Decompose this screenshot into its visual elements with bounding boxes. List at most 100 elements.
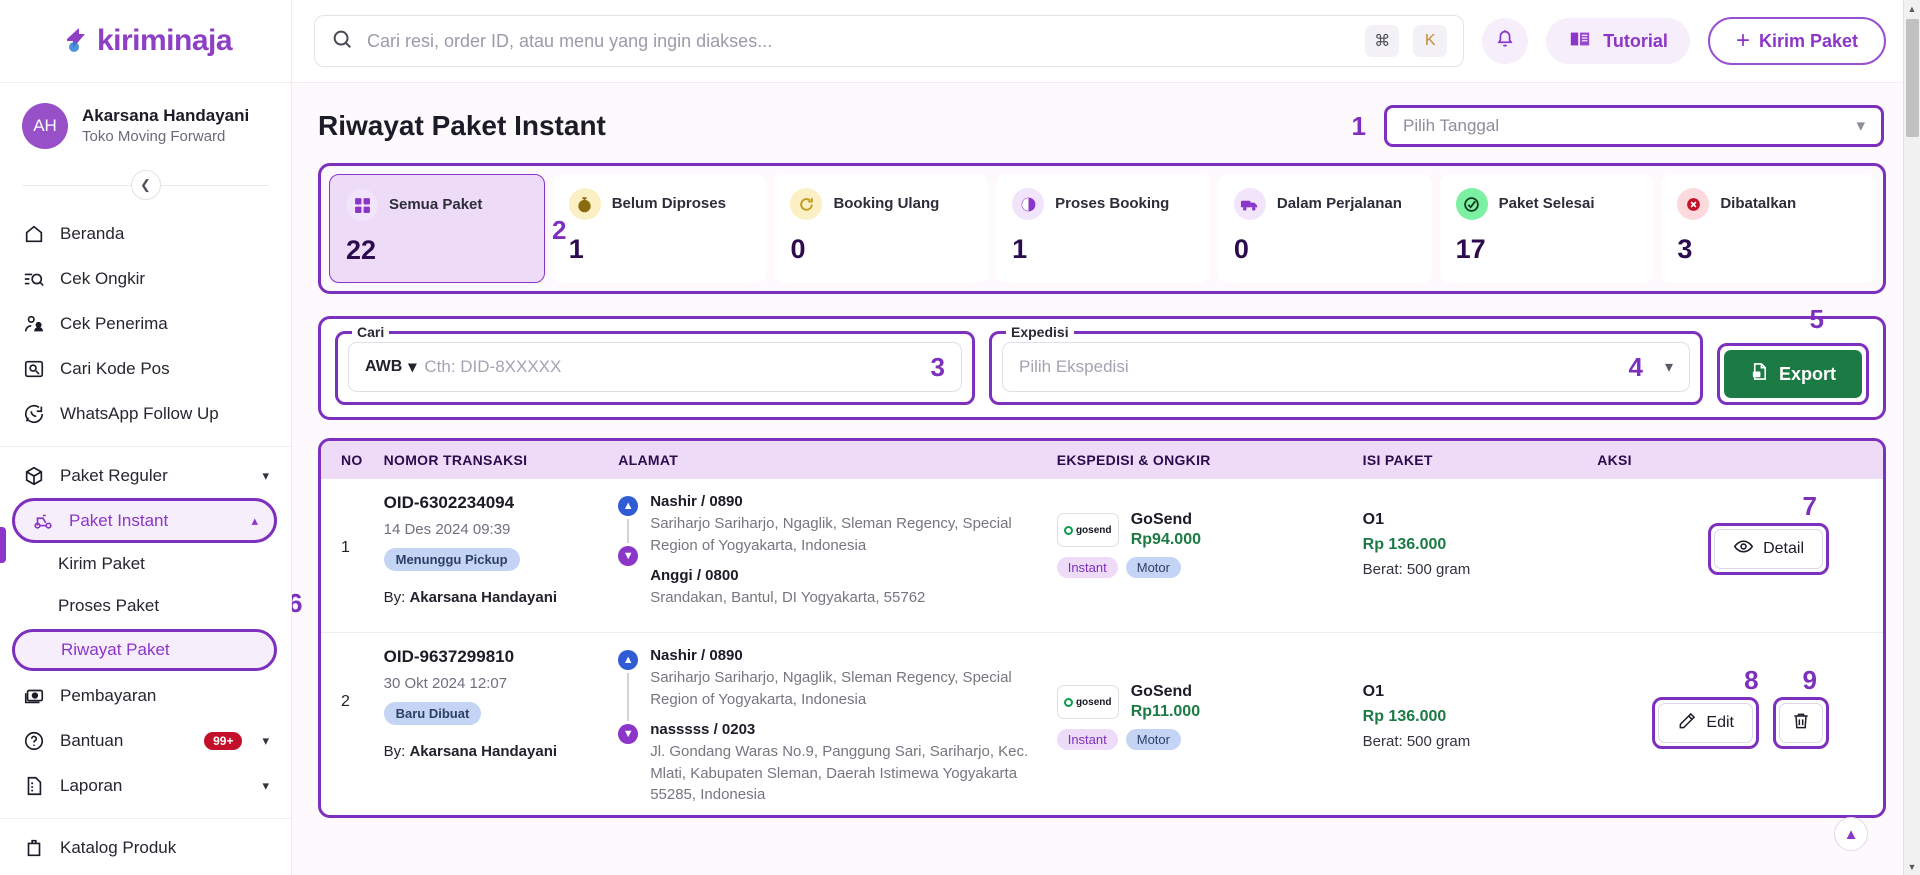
stat-card-semua-paket[interactable]: Semua Paket 22: [329, 174, 545, 283]
transaction-date: 14 Des 2024 09:39: [384, 521, 599, 538]
app-root: kiriminaja AH Akarsana Handayani Toko Mo…: [0, 0, 1920, 875]
scroll-to-top-button[interactable]: ▲: [1834, 817, 1868, 851]
chevron-down-icon: ▾: [1856, 116, 1865, 136]
global-search[interactable]: Cari resi, order ID, atau menu yang ingi…: [314, 15, 1464, 67]
sender-address: Sariharjo Sariharjo, Ngaglik, Sleman Reg…: [650, 667, 1037, 711]
status-badge: 99+: [204, 732, 242, 750]
row-number: 1: [341, 493, 364, 557]
profile-name: Akarsana Handayani: [82, 105, 249, 127]
table-row[interactable]: 2 OID-9637299810 30 Okt 2024 12:07 Baru …: [321, 633, 1883, 818]
sidebar-item-paket-reguler[interactable]: Paket Reguler ▾: [0, 453, 291, 498]
cmd-key-hint: ⌘: [1365, 25, 1399, 57]
sidebar-item-bantuan[interactable]: Bantuan 99+ ▾: [0, 718, 291, 763]
rail-line: [627, 519, 629, 543]
page-scrollbar[interactable]: ▲ ▼: [1903, 0, 1920, 875]
sidebar-item-label: Bantuan: [60, 731, 190, 751]
annotation-marker-8: 8: [1744, 667, 1758, 693]
awb-label: AWB: [365, 358, 402, 376]
col-aksi: AKSI: [1587, 441, 1883, 479]
notifications-button[interactable]: [1482, 18, 1528, 64]
date-filter-select[interactable]: Pilih Tanggal ▾: [1384, 105, 1884, 147]
scrollbar-arrow-up[interactable]: ▲: [1904, 0, 1920, 17]
search-input[interactable]: AWB ▾ Cth: DID-8XXXXX 3: [348, 342, 962, 392]
sidebar-item-beranda[interactable]: Beranda: [0, 211, 291, 256]
active-indicator: [0, 527, 6, 563]
edit-button[interactable]: Edit: [1658, 703, 1753, 743]
x-circle-icon: [1677, 188, 1709, 220]
table-row[interactable]: 1 OID-6302234094 14 Des 2024 09:39 Menun…: [321, 479, 1883, 633]
sidebar-item-katalog-produk[interactable]: Katalog Produk: [0, 825, 291, 870]
created-by: By: Akarsana Handayani: [384, 589, 599, 606]
arrow-down-icon: ▼: [618, 724, 638, 744]
sidebar-item-laporan[interactable]: Laporan ▾: [0, 763, 291, 808]
courier-name: GoSend: [1131, 683, 1192, 700]
sender-address: Sariharjo Sariharjo, Ngaglik, Sleman Reg…: [650, 513, 1037, 557]
cari-field-group: Cari AWB ▾ Cth: DID-8XXXXX 3: [335, 331, 975, 405]
gosend-logo-icon: gosend: [1057, 685, 1119, 719]
sidebar-item-label: Cek Ongkir: [60, 269, 269, 289]
detail-button[interactable]: Detail: [1714, 529, 1823, 569]
stat-value: 3: [1677, 234, 1859, 265]
stat-card-booking-ulang[interactable]: Booking Ulang 0: [774, 174, 988, 283]
stat-value: 0: [1234, 234, 1416, 265]
profile-store: Toko Moving Forward: [82, 127, 249, 147]
sidebar-item-proses-paket[interactable]: Proses Paket: [0, 585, 291, 627]
stat-value: 0: [790, 234, 972, 265]
annotation-marker-7: 7: [1803, 493, 1817, 519]
chevron-down-icon: ▾: [262, 778, 269, 794]
kirim-paket-button[interactable]: + Kirim Paket: [1708, 17, 1886, 65]
sidebar-item-label: WhatsApp Follow Up: [60, 404, 269, 424]
stat-card-paket-selesai[interactable]: Paket Selesai 17: [1440, 174, 1654, 283]
sidebar-item-paket-instant[interactable]: Paket Instant ▴: [12, 498, 277, 543]
sidebar-item-riwayat-paket[interactable]: Riwayat Paket: [12, 629, 277, 671]
search-input[interactable]: Cari resi, order ID, atau menu yang ingi…: [367, 31, 1351, 52]
expedisi-select[interactable]: Pilih Ekspedisi 4 ▾: [1002, 342, 1690, 392]
awb-type-select[interactable]: AWB ▾: [365, 357, 416, 377]
sidebar-item-cek-penerima[interactable]: Cek Penerima: [0, 301, 291, 346]
gosend-logo-text: gosend: [1076, 525, 1112, 536]
scooter-icon: [31, 509, 55, 533]
expedisi-field-group: Expedisi Pilih Ekspedisi 4 ▾: [989, 331, 1703, 405]
collapse-sidebar-button[interactable]: ❮: [131, 170, 161, 200]
avatar: AH: [22, 103, 68, 149]
scrollbar-thumb[interactable]: [1906, 19, 1919, 137]
sidebar-item-kirim-paket[interactable]: Kirim Paket: [0, 543, 291, 585]
by-name: Akarsana Handayani: [409, 743, 557, 760]
annotation-markers-row2: 8 9: [1597, 667, 1873, 693]
scrollbar-arrow-down[interactable]: ▼: [1904, 858, 1920, 875]
address-rail: ▲ ▼: [618, 493, 638, 618]
package-code: O1: [1363, 683, 1578, 701]
stat-card-dibatalkan[interactable]: Dibatalkan 3: [1661, 174, 1875, 283]
package-weight: Berat: 500 gram: [1363, 733, 1578, 750]
sidebar-item-pembayaran[interactable]: Pembayaran: [0, 673, 291, 718]
packages-table-wrapper: NO NOMOR TRANSAKSI ALAMAT EKSPEDISI & ON…: [318, 438, 1886, 818]
sidebar: kiriminaja AH Akarsana Handayani Toko Mo…: [0, 0, 292, 875]
sidebar-item-cari-kode-pos[interactable]: Cari Kode Pos: [0, 346, 291, 391]
user-profile[interactable]: AH Akarsana Handayani Toko Moving Forwar…: [0, 83, 291, 157]
edit-button-wrapper: Edit: [1652, 697, 1759, 749]
stat-card-belum-diproses[interactable]: Belum Diproses 1: [553, 174, 767, 283]
col-alamat: ALAMAT: [608, 441, 1047, 479]
transaction-date: 30 Okt 2024 12:07: [384, 675, 599, 692]
chevron-down-icon: ▾: [1665, 357, 1673, 377]
stat-value: 1: [569, 234, 751, 265]
package-weight: Berat: 500 gram: [1363, 561, 1578, 578]
brand-logo[interactable]: kiriminaja: [0, 0, 291, 83]
k-key-hint: K: [1413, 25, 1447, 57]
date-filter-placeholder: Pilih Tanggal: [1403, 116, 1499, 136]
export-button-wrapper: Export: [1717, 343, 1869, 405]
sidebar-item-cek-ongkir[interactable]: Cek Ongkir: [0, 256, 291, 301]
stat-card-dalam-perjalanan[interactable]: Dalam Perjalanan 0: [1218, 174, 1432, 283]
tag-instant: Instant: [1057, 557, 1118, 578]
sidebar-item-whatsapp-follow-up[interactable]: WhatsApp Follow Up: [0, 391, 291, 436]
courier-price: Rp94.000: [1131, 531, 1201, 549]
delete-button[interactable]: [1779, 703, 1823, 743]
gosend-logo-icon: gosend: [1057, 513, 1119, 547]
tutorial-button[interactable]: Tutorial: [1546, 18, 1690, 64]
sidebar-item-label: Cek Penerima: [60, 314, 269, 334]
file-export-icon: [1750, 362, 1769, 386]
timer-icon: [569, 188, 601, 220]
row-actions: Detail: [1597, 523, 1873, 575]
export-button[interactable]: Export: [1724, 350, 1862, 398]
stat-card-proses-booking[interactable]: Proses Booking 1: [996, 174, 1210, 283]
